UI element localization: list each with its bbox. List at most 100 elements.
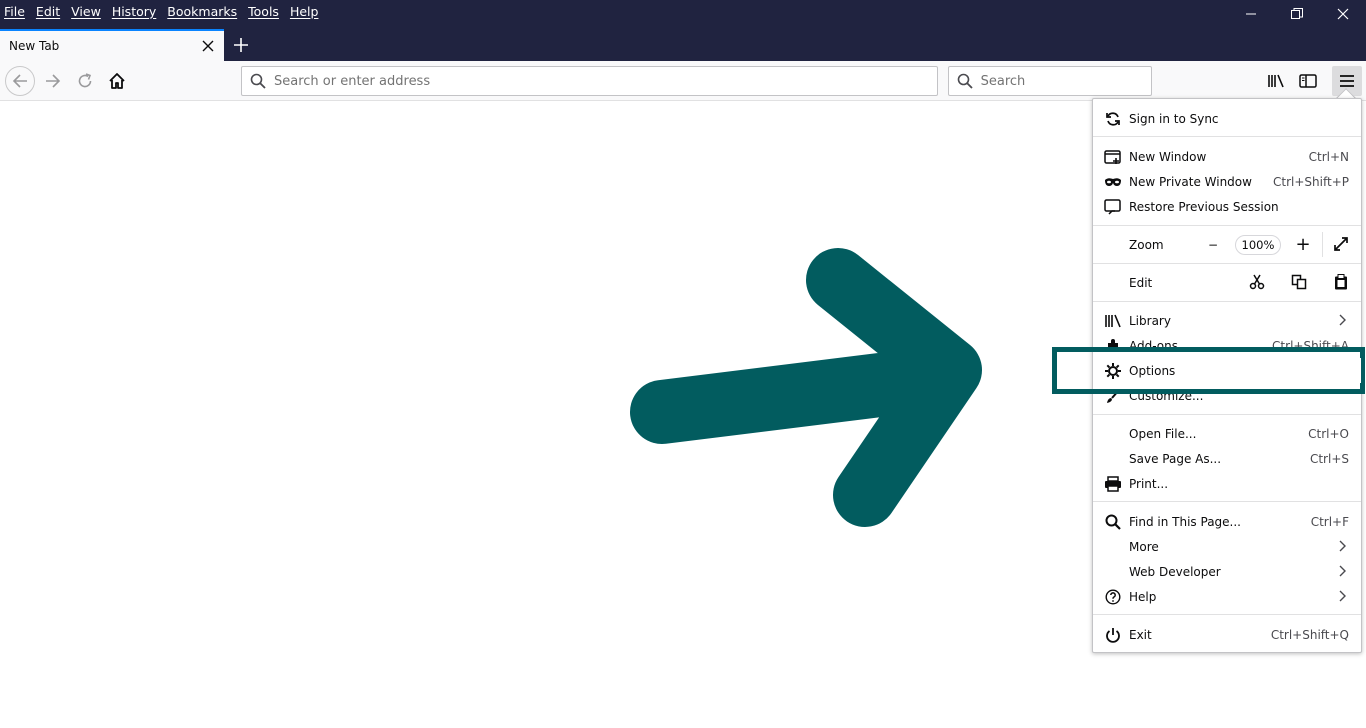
address-input[interactable]	[274, 73, 893, 89]
shortcut-label: Ctrl+O	[1308, 426, 1349, 441]
menu-file[interactable]: File	[4, 4, 25, 19]
library-button[interactable]	[1261, 66, 1291, 96]
menu-item-label: Find in This Page...	[1129, 514, 1241, 529]
scissors-icon	[1249, 274, 1265, 290]
menu-history[interactable]: History	[112, 4, 156, 19]
shortcut-label: Ctrl+S	[1309, 451, 1349, 466]
tab-new-tab[interactable]: New Tab	[0, 29, 224, 61]
menu-item-label: Options	[1129, 363, 1176, 378]
zoom-in-button[interactable]: +	[1291, 234, 1315, 255]
menu-item-more[interactable]: More	[1093, 534, 1361, 559]
minimize-icon	[1246, 13, 1256, 15]
shortcut-label: Ctrl+F	[1310, 514, 1349, 529]
separator	[1093, 301, 1361, 302]
menu-item-label: Library	[1129, 313, 1171, 328]
menu-bookmarks[interactable]: Bookmarks	[167, 4, 237, 19]
menu-item-find[interactable]: Find in This Page... Ctrl+F	[1093, 509, 1361, 534]
menu-item-label: Help	[1129, 589, 1157, 604]
restore-button[interactable]	[1274, 0, 1320, 28]
menu-item-web-developer[interactable]: Web Developer	[1093, 559, 1361, 584]
chevron-right-icon	[1339, 540, 1346, 552]
private-mask-icon	[1104, 173, 1122, 191]
title-bar: File Edit View History Bookmarks Tools H…	[0, 0, 1366, 61]
back-arrow-icon	[12, 74, 27, 88]
menu-item-open-file[interactable]: Open File... Ctrl+O	[1093, 421, 1361, 446]
separator	[1093, 263, 1361, 264]
tab-close-icon[interactable]	[201, 39, 215, 53]
copy-button[interactable]	[1287, 274, 1311, 290]
fullscreen-icon	[1334, 237, 1348, 251]
search-icon	[957, 73, 973, 89]
menu-item-label: Restore Previous Session	[1129, 199, 1279, 214]
menu-item-new-window[interactable]: New Window Ctrl+N	[1093, 144, 1361, 169]
menu-item-label: More	[1129, 539, 1159, 554]
menu-edit[interactable]: Edit	[36, 4, 60, 19]
help-icon	[1104, 588, 1122, 606]
annotation-arrow-icon	[630, 248, 982, 527]
menu-item-label: Print...	[1129, 476, 1169, 491]
sync-icon	[1104, 110, 1122, 128]
menu-help[interactable]: Help	[290, 4, 319, 19]
power-icon	[1104, 626, 1122, 644]
divider	[1322, 232, 1323, 257]
menu-item-help[interactable]: Help	[1093, 584, 1361, 609]
menu-item-exit[interactable]: Exit Ctrl+Shift+Q	[1093, 622, 1361, 647]
new-window-icon	[1104, 148, 1122, 166]
home-button[interactable]	[102, 66, 132, 96]
sidebar-icon	[1299, 74, 1317, 88]
zoom-reset-button[interactable]: 100%	[1235, 234, 1281, 255]
restore-icon	[1291, 8, 1303, 19]
search-input[interactable]	[980, 73, 1151, 89]
menu-item-save-page[interactable]: Save Page As... Ctrl+S	[1093, 446, 1361, 471]
forward-button[interactable]	[38, 66, 68, 96]
menu-item-sign-in-sync[interactable]: Sign in to Sync	[1093, 106, 1361, 131]
menu-item-print[interactable]: Print...	[1093, 471, 1361, 496]
search-bar[interactable]	[948, 66, 1152, 96]
menu-item-edit: Edit	[1093, 270, 1361, 295]
address-bar[interactable]	[241, 66, 938, 96]
reload-button[interactable]	[70, 66, 100, 96]
new-tab-button[interactable]	[228, 33, 254, 57]
close-icon	[1337, 8, 1349, 20]
hamburger-menu-icon	[1340, 75, 1354, 87]
clipboard-icon	[1335, 274, 1347, 290]
chevron-right-icon	[1339, 565, 1346, 577]
search-icon	[250, 73, 266, 89]
menu-view[interactable]: View	[71, 4, 101, 19]
navigation-toolbar	[0, 61, 1366, 101]
close-window-button[interactable]	[1320, 0, 1366, 28]
shortcut-label: Ctrl+Shift+Q	[1270, 627, 1349, 642]
cut-button[interactable]	[1245, 274, 1269, 290]
window-controls	[1228, 0, 1366, 28]
menu-tools[interactable]: Tools	[248, 4, 279, 19]
plus-icon	[234, 38, 248, 52]
copy-icon	[1291, 274, 1307, 290]
menu-item-new-private-window[interactable]: New Private Window Ctrl+Shift+P	[1093, 169, 1361, 194]
minimize-button[interactable]	[1228, 0, 1274, 28]
back-button[interactable]	[5, 66, 35, 96]
menu-item-label: Sign in to Sync	[1129, 111, 1219, 126]
menu-item-label: New Window	[1129, 149, 1207, 164]
menu-item-library[interactable]: Library	[1093, 308, 1361, 333]
sidebar-button[interactable]	[1293, 66, 1323, 96]
home-icon	[109, 73, 125, 89]
reload-icon	[78, 73, 92, 88]
app-menu-panel: Sign in to Sync New Window Ctrl+N New Pr…	[1092, 98, 1362, 653]
menu-item-label: Web Developer	[1129, 564, 1221, 579]
fullscreen-button[interactable]	[1329, 236, 1353, 252]
search-icon	[1104, 513, 1122, 531]
chevron-right-icon	[1339, 314, 1346, 326]
menu-item-label: Zoom	[1129, 237, 1164, 252]
separator	[1093, 614, 1361, 615]
zoom-out-button[interactable]: −	[1201, 238, 1225, 252]
menu-item-options[interactable]: Options	[1093, 358, 1361, 383]
menu-item-restore-session[interactable]: Restore Previous Session	[1093, 194, 1361, 219]
library-icon	[1104, 312, 1122, 330]
forward-arrow-icon	[46, 74, 61, 88]
paste-button[interactable]	[1329, 274, 1353, 290]
menu-bar: File Edit View History Bookmarks Tools H…	[0, 0, 329, 22]
menu-item-label: Open File...	[1129, 426, 1197, 441]
printer-icon	[1104, 475, 1122, 493]
separator	[1093, 136, 1361, 137]
menu-item-label: Exit	[1129, 627, 1152, 642]
